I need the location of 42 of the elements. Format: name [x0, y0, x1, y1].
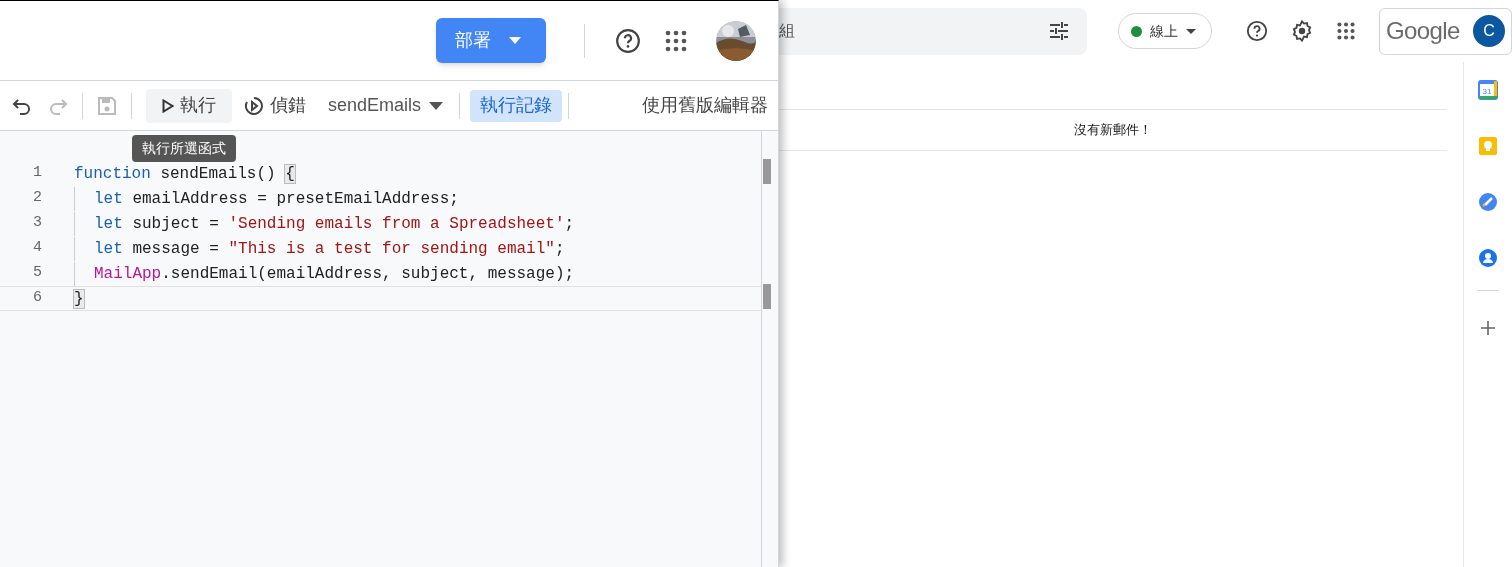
function-select[interactable]: sendEmails	[318, 88, 454, 123]
apps-grid-icon[interactable]	[1337, 22, 1355, 40]
google-logo: Google	[1386, 16, 1460, 46]
play-icon	[162, 98, 174, 113]
caret-icon	[429, 101, 444, 110]
deploy-button[interactable]: 部署	[436, 18, 546, 63]
calendar-icon[interactable]: 31	[1478, 80, 1498, 100]
apps-grid-icon[interactable]	[665, 29, 687, 52]
account-button[interactable]: Google C	[1379, 7, 1512, 55]
scrollbar-thumb[interactable]	[763, 159, 771, 184]
search-field[interactable]: 組	[779, 7, 1087, 55]
caret-icon	[1186, 28, 1196, 34]
account-avatar[interactable]: C	[1473, 15, 1505, 47]
legacy-editor-link[interactable]: 使用舊版編輯器	[642, 92, 768, 119]
filter-icon[interactable]	[1049, 22, 1069, 40]
execution-log-toggle[interactable]: 執行記錄	[470, 89, 563, 122]
pencil-check-icon[interactable]	[1478, 192, 1498, 212]
debug-button[interactable]: 偵錯	[232, 88, 318, 123]
run-button[interactable]: 執行	[146, 88, 232, 123]
caret-icon	[509, 37, 521, 44]
add-icon[interactable]	[1481, 321, 1495, 335]
code-line: function sendEmails() {	[74, 163, 295, 185]
scrollbar-thumb[interactable]	[763, 284, 771, 309]
undo-icon[interactable]	[12, 96, 32, 115]
line-number: 1	[32, 163, 42, 184]
calendar-date: 31	[1482, 87, 1492, 96]
line-number: 6	[32, 288, 42, 309]
code-line: MailApp.sendEmail(emailAddress, subject, message);	[74, 261, 575, 286]
help-icon[interactable]	[615, 27, 641, 54]
line-number: 5	[32, 263, 42, 284]
code-line: let message = "This is a test for sending email";	[74, 236, 565, 261]
code-line: let subject = 'Sending emails from a Spreadsheet';	[74, 211, 575, 236]
line-number: 2	[32, 188, 42, 209]
help-icon[interactable]	[1246, 20, 1268, 42]
settings-icon[interactable]	[1291, 20, 1313, 42]
line-number: 4	[32, 238, 42, 259]
line-number: 3	[32, 213, 42, 234]
code-line: let emailAddress = presetEmailAddress;	[74, 186, 459, 211]
tooltip: 執行所選函式	[132, 135, 236, 162]
debug-icon	[244, 95, 264, 116]
person-icon[interactable]	[1478, 248, 1498, 268]
empty-inbox-message: 沒有新郵件！	[1074, 121, 1152, 140]
